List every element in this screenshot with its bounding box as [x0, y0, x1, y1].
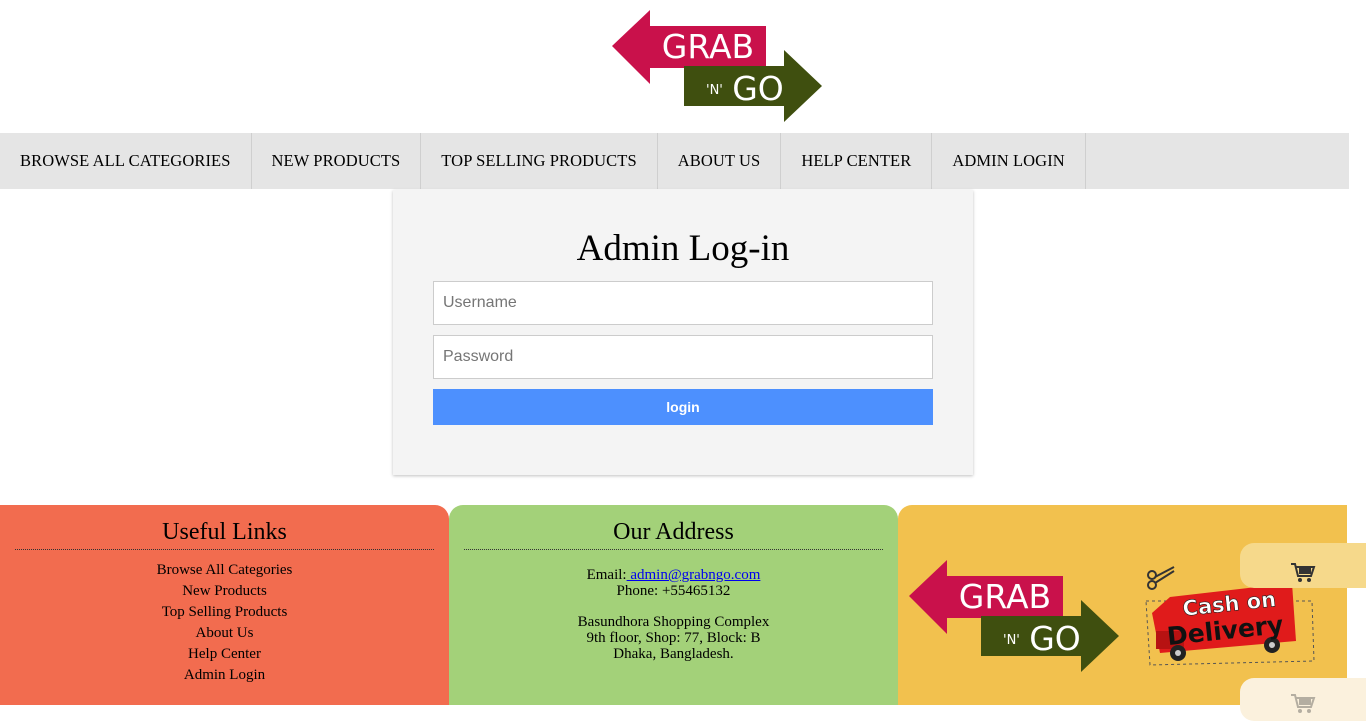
useful-links-title: Useful Links	[15, 519, 434, 550]
footer-grabngo-logo: GRAB 'N' GO	[909, 560, 1119, 672]
footer-link-about-us[interactable]: About Us	[0, 623, 449, 644]
useful-links-list: Browse All Categories New Products Top S…	[0, 560, 449, 686]
shopping-cart-icon[interactable]	[1290, 562, 1316, 584]
shopping-cart-icon-secondary[interactable]	[1290, 693, 1316, 715]
grabngo-logo[interactable]: GRAB 'N' GO	[610, 8, 824, 124]
nav-new-products[interactable]: NEW PRODUCTS	[252, 133, 422, 189]
footer-link-help-center[interactable]: Help Center	[0, 644, 449, 665]
email-link[interactable]: admin@grabngo.com	[627, 567, 760, 583]
login-title: Admin Log-in	[576, 228, 790, 269]
footer-logo-text-grab: GRAB	[959, 577, 1051, 616]
footer-logo-text-go: GO	[1029, 619, 1081, 658]
address-line-1: Basundhora Shopping Complex	[577, 614, 770, 630]
nav-about-us[interactable]: ABOUT US	[658, 133, 782, 189]
footer-link-browse-all-categories[interactable]: Browse All Categories	[0, 560, 449, 581]
footer-link-admin-login[interactable]: Admin Login	[0, 665, 449, 686]
nav-top-selling-products[interactable]: TOP SELLING PRODUCTS	[421, 133, 658, 189]
logo-text-grab: GRAB	[662, 27, 754, 66]
our-address-title: Our Address	[464, 519, 883, 550]
address-line-2: 9th floor, Shop: 77, Block: B	[586, 630, 761, 646]
logo-text-go: GO	[732, 69, 784, 108]
footer-link-new-products[interactable]: New Products	[0, 581, 449, 602]
scissors-icon	[1147, 566, 1175, 590]
logo-text-n: 'N'	[706, 83, 723, 98]
contact-block: Email: admin@grabngo.com Phone: +5546513…	[449, 567, 898, 599]
nav-help-center[interactable]: HELP CENTER	[781, 133, 933, 189]
address-line-3: Dhaka, Bangladesh.	[613, 646, 734, 662]
nav-admin-login[interactable]: ADMIN LOGIN	[932, 133, 1086, 189]
main-nav: BROWSE ALL CATEGORIES NEW PRODUCTS TOP S…	[0, 133, 1349, 189]
email-label: Email:	[586, 567, 627, 583]
login-button[interactable]: login	[433, 389, 933, 425]
phone-line: Phone: +55465132	[616, 583, 731, 599]
footer-link-top-selling-products[interactable]: Top Selling Products	[0, 602, 449, 623]
nav-browse-all-categories[interactable]: BROWSE ALL CATEGORIES	[0, 133, 252, 189]
street-address-block: Basundhora Shopping Complex 9th floor, S…	[449, 614, 898, 662]
footer-logo-text-n: 'N'	[1003, 633, 1020, 648]
footer-promo: GRAB 'N' GO Cash on Delivery	[898, 505, 1347, 705]
email-line: Email: admin@grabngo.com	[449, 567, 898, 583]
footer-our-address: Our Address Email: admin@grabngo.com Pho…	[449, 505, 898, 705]
username-input[interactable]	[433, 281, 933, 325]
footer-useful-links: Useful Links Browse All Categories New P…	[0, 505, 449, 705]
password-input[interactable]	[433, 335, 933, 379]
login-card: Admin Log-in login	[393, 190, 973, 475]
site-header: GRAB 'N' GO	[0, 0, 1366, 133]
